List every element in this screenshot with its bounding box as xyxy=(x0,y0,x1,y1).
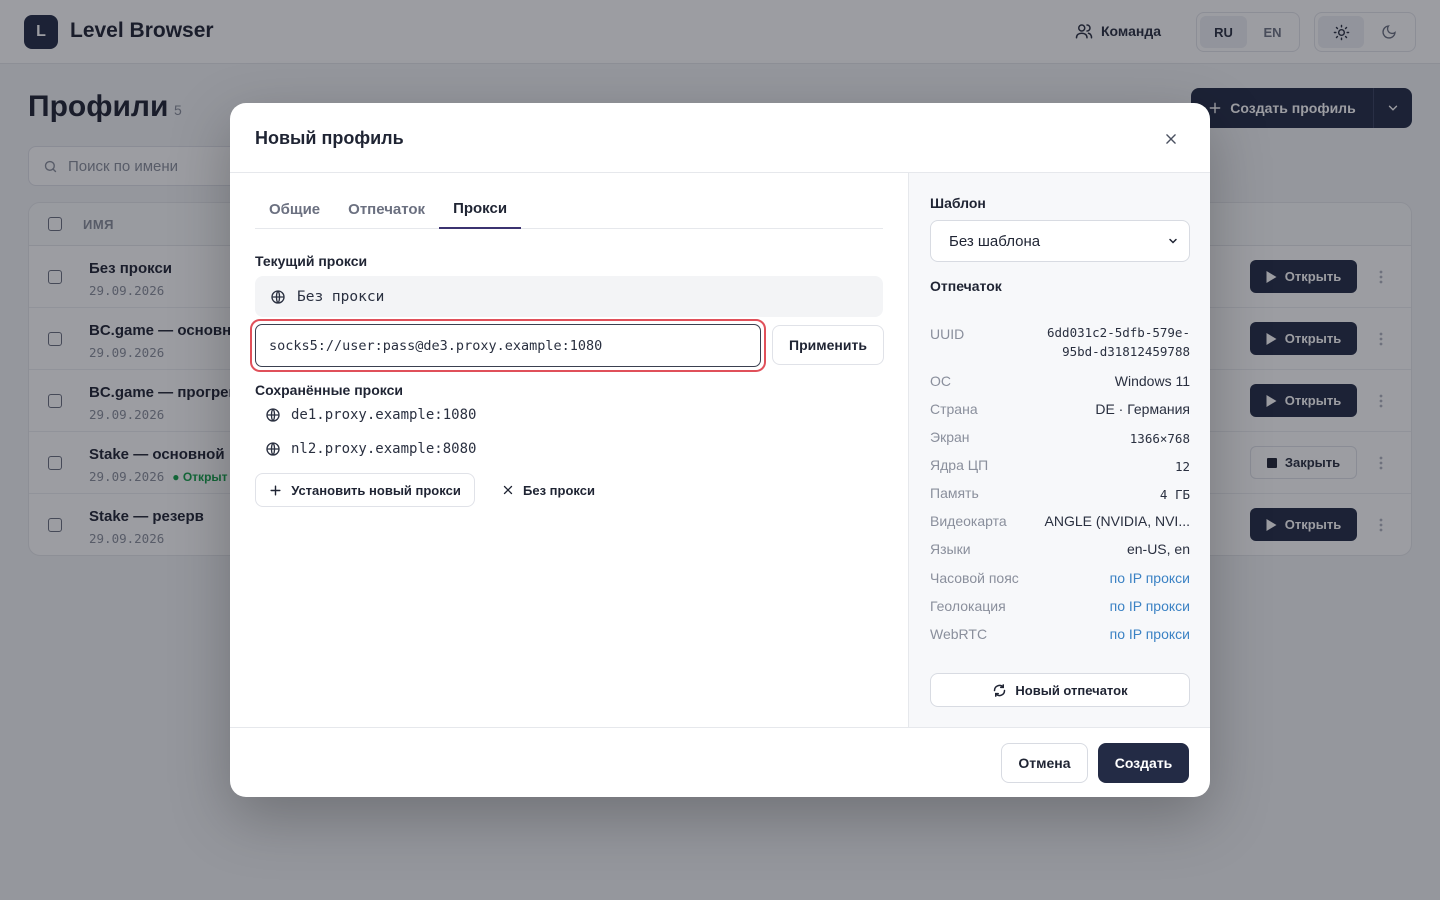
current-proxy-display: Без прокси xyxy=(255,276,883,317)
fp-gpu-row: Видеокарта ANGLE (NVIDIA, NVI... xyxy=(930,513,1190,529)
close-dialog-button[interactable] xyxy=(1160,128,1182,150)
new-profile-dialog: Новый профиль Общие Отпечаток Прокси Тек… xyxy=(230,103,1210,797)
dialog-title: Новый профиль xyxy=(255,128,404,148)
dialog-footer: Отмена Создать xyxy=(230,727,1210,797)
dialog-header: Новый профиль xyxy=(230,103,1210,173)
no-proxy-button[interactable]: Без прокси xyxy=(496,473,601,507)
globe-icon xyxy=(266,442,280,456)
apply-proxy-button[interactable]: Применить xyxy=(772,325,884,365)
cancel-button[interactable]: Отмена xyxy=(1001,743,1088,783)
fp-uuid-row: UUID 6dd031c2-5dfb-579e- 95bd-d3181245978… xyxy=(930,325,1190,359)
chevron-down-icon xyxy=(1169,238,1177,244)
proxy-input-highlight xyxy=(250,319,766,372)
fp-geolocation-row: Геолокация по IP прокси xyxy=(930,598,1190,614)
dialog-tabs: Общие Отпечаток Прокси xyxy=(255,189,883,229)
fp-uuid-line1: 6dd031c2-5dfb-579e- xyxy=(1047,325,1190,340)
install-new-proxy-button[interactable]: Установить новый прокси xyxy=(255,473,475,507)
tab-fingerprint[interactable]: Отпечаток xyxy=(334,189,439,229)
refresh-icon xyxy=(994,683,1006,697)
template-label: Шаблон xyxy=(930,195,986,211)
saved-proxy-item[interactable]: de1.proxy.example:1080 xyxy=(265,407,476,423)
new-fingerprint-button[interactable]: Новый отпечаток xyxy=(930,673,1190,707)
globe-icon xyxy=(266,408,280,422)
current-proxy-value: Без прокси xyxy=(297,288,385,305)
fp-cores-row: Ядра ЦП 12 xyxy=(930,457,1190,474)
tab-proxy[interactable]: Прокси xyxy=(439,189,522,229)
plus-icon xyxy=(270,484,281,496)
template-select[interactable]: Без шаблона xyxy=(930,220,1190,262)
fp-uuid-line2: 95bd-d31812459788 xyxy=(1062,344,1190,359)
fingerprint-sidebar: Шаблон Без шаблона Отпечаток UUID 6dd031… xyxy=(908,173,1210,727)
close-icon xyxy=(503,485,513,495)
create-button[interactable]: Создать xyxy=(1098,743,1189,783)
fp-languages-row: Языки en-US, en xyxy=(930,541,1190,557)
proxy-input[interactable] xyxy=(255,324,761,367)
fp-screen-row: Экран 1366×768 xyxy=(930,429,1190,446)
tab-general[interactable]: Общие xyxy=(255,189,334,229)
saved-proxy-item[interactable]: nl2.proxy.example:8080 xyxy=(265,441,476,457)
fp-webrtc-row: WebRTC по IP прокси xyxy=(930,626,1190,642)
globe-icon xyxy=(271,289,285,304)
saved-proxies-label: Сохранённые прокси xyxy=(255,382,403,398)
proxy-panel: Общие Отпечаток Прокси Текущий прокси Бе… xyxy=(230,173,908,727)
fp-timezone-row: Часовой пояс по IP прокси xyxy=(930,570,1190,586)
fp-memory-row: Память 4 ГБ xyxy=(930,485,1190,502)
fingerprint-label: Отпечаток xyxy=(930,278,1002,294)
template-selected-value: Без шаблона xyxy=(949,232,1041,250)
fp-country-row: Страна DE · Германия xyxy=(930,401,1190,417)
close-icon xyxy=(1166,134,1176,144)
current-proxy-label: Текущий прокси xyxy=(255,253,368,269)
fp-os-row: ОС Windows 11 xyxy=(930,373,1190,389)
